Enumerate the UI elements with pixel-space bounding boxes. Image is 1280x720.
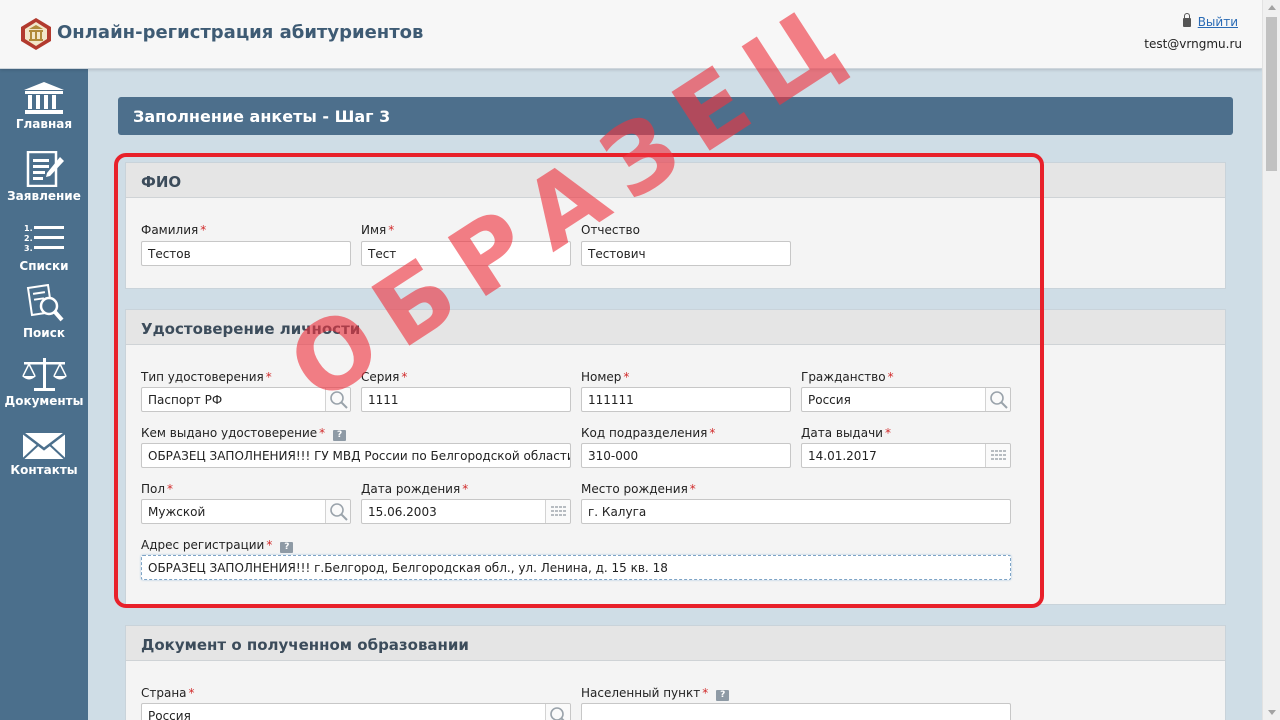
- gender-label: Пол *: [141, 482, 174, 496]
- page-title: Заполнение анкеты - Шаг 3: [133, 107, 391, 126]
- birth-place-label: Место рождения *: [581, 482, 696, 496]
- series-input[interactable]: 1111: [361, 387, 571, 412]
- fio-panel-title: ФИО: [141, 173, 182, 191]
- series-label: Серия *: [361, 370, 408, 384]
- help-icon[interactable]: ?: [280, 542, 294, 553]
- sidebar-item-contacts[interactable]: Контакты: [0, 431, 88, 501]
- last-name-label: Фамилия *: [141, 223, 207, 237]
- citizenship-value: Россия: [808, 393, 851, 407]
- sidebar-item-label: Поиск: [23, 326, 65, 340]
- scroll-thumb[interactable]: [1266, 17, 1277, 171]
- gender-input[interactable]: Мужской: [141, 499, 351, 524]
- fio-panel-header: ФИО: [126, 163, 1225, 198]
- birth-date-calendar-button[interactable]: [545, 500, 570, 523]
- patronymic-input[interactable]: Тестович: [581, 241, 791, 266]
- number-label: Номер *: [581, 370, 630, 384]
- education-panel-header: Документ о полученном образовании: [126, 626, 1225, 661]
- birth-place-input[interactable]: г. Калуга: [581, 499, 1011, 524]
- numbered-list-icon: 1. 2. 3.: [24, 224, 64, 253]
- sidebar-item-documents[interactable]: Документы: [0, 356, 88, 426]
- sidebar-item-label: Контакты: [10, 463, 78, 477]
- birth-date-value: 15.06.2003: [368, 505, 437, 519]
- sidebar-item-lists[interactable]: 1. 2. 3. Списки: [0, 221, 88, 291]
- doc-type-value: Паспорт РФ: [148, 393, 223, 407]
- sidebar-item-application[interactable]: Заявление: [0, 151, 88, 221]
- svg-text:2.: 2.: [24, 234, 33, 243]
- identity-panel-header: Удостоверение личности: [126, 310, 1225, 345]
- issue-date-calendar-button[interactable]: [985, 444, 1010, 467]
- envelope-icon: [22, 432, 66, 460]
- university-logo-icon[interactable]: [20, 17, 52, 51]
- lock-icon: [1182, 13, 1191, 27]
- sidebar-item-home[interactable]: Главная: [0, 81, 88, 151]
- patronymic-label: Отчество: [581, 223, 640, 237]
- first-name-input[interactable]: Тест: [361, 241, 571, 266]
- citizenship-search-button[interactable]: [985, 388, 1010, 411]
- doc-type-label: Тип удостоверения *: [141, 370, 272, 384]
- issue-date-value: 14.01.2017: [808, 449, 877, 463]
- sidebar-item-label: Документы: [4, 394, 84, 408]
- first-name-label: Имя *: [361, 223, 395, 237]
- citizenship-label: Гражданство *: [801, 370, 894, 384]
- gender-value: Мужской: [148, 505, 206, 519]
- issue-date-input[interactable]: 14.01.2017: [801, 443, 1011, 468]
- bank-icon: [24, 82, 64, 114]
- doc-type-search-button[interactable]: [325, 388, 350, 411]
- page-scrollbar[interactable]: [1262, 0, 1280, 720]
- last-name-input[interactable]: Тестов: [141, 241, 351, 266]
- sidebar-item-search[interactable]: Поиск: [0, 284, 88, 354]
- locality-label: Населенный пункт *?: [581, 686, 730, 701]
- country-label: Страна *: [141, 686, 195, 700]
- user-email: test@vrngmu.ru: [1144, 37, 1242, 51]
- gender-search-button[interactable]: [325, 500, 350, 523]
- number-input[interactable]: 111111: [581, 387, 791, 412]
- svg-text:3.: 3.: [24, 244, 33, 253]
- doc-type-input[interactable]: Паспорт РФ: [141, 387, 351, 412]
- dept-code-input[interactable]: 310-000: [581, 443, 791, 468]
- scales-icon: [22, 358, 67, 391]
- help-icon[interactable]: ?: [716, 690, 730, 701]
- country-input[interactable]: Россия: [141, 703, 571, 720]
- sidebar-nav: Главная Заявление 1. 2. 3. Списки Поиск …: [0, 69, 88, 720]
- birth-date-label: Дата рождения *: [361, 482, 469, 496]
- edit-document-icon: [26, 151, 64, 187]
- birth-date-input[interactable]: 15.06.2003: [361, 499, 571, 524]
- sidebar-item-label: Списки: [19, 259, 69, 273]
- calendar-icon: [551, 506, 566, 516]
- app-header: Онлайн-регистрация абитуриентов Выйти te…: [0, 0, 1262, 69]
- identity-panel-title: Удостоверение личности: [141, 320, 361, 338]
- main-content: Заполнение анкеты - Шаг 3 ФИО Фамилия * Т…: [88, 69, 1262, 720]
- search-icon: [330, 391, 348, 409]
- education-panel: Документ о полученном образовании Страна…: [125, 625, 1226, 720]
- sidebar-item-label: Главная: [15, 117, 73, 131]
- education-panel-title: Документ о полученном образовании: [141, 636, 469, 654]
- logout-link[interactable]: Выйти: [1182, 13, 1238, 29]
- search-icon: [550, 707, 565, 720]
- app-title: Онлайн-регистрация абитуриентов: [57, 22, 424, 43]
- issued-by-label: Кем выдано удостоверение *?: [141, 426, 347, 441]
- dept-code-label: Код подразделения *: [581, 426, 716, 440]
- step-header: Заполнение анкеты - Шаг 3: [118, 97, 1233, 135]
- country-value: Россия: [148, 709, 191, 720]
- document-search-icon: [26, 284, 64, 322]
- identity-panel: Удостоверение личности Тип удостоверения…: [125, 309, 1226, 605]
- address-input[interactable]: ОБРАЗЕЦ ЗАПОЛНЕНИЯ!!! г.Белгород, Белгор…: [141, 555, 1011, 580]
- scroll-down-arrow-icon[interactable]: [1268, 710, 1276, 715]
- svg-text:1.: 1.: [24, 224, 33, 233]
- sidebar-item-label: Заявление: [7, 189, 81, 203]
- search-icon: [990, 391, 1008, 409]
- calendar-icon: [991, 450, 1006, 460]
- help-icon[interactable]: ?: [333, 430, 347, 441]
- locality-input[interactable]: [581, 703, 1011, 720]
- country-search-button[interactable]: [545, 704, 570, 720]
- issued-by-input[interactable]: ОБРАЗЕЦ ЗАПОЛНЕНИЯ!!! ГУ МВД России по Б…: [141, 443, 571, 468]
- logout-label[interactable]: Выйти: [1198, 15, 1238, 29]
- fio-panel: ФИО Фамилия * Тестов Имя * Тест Отчество Т…: [125, 162, 1226, 289]
- citizenship-input[interactable]: Россия: [801, 387, 1011, 412]
- search-icon: [330, 503, 348, 521]
- issue-date-label: Дата выдачи *: [801, 426, 891, 440]
- address-label: Адрес регистрации *?: [141, 538, 294, 553]
- scroll-up-arrow-icon[interactable]: [1268, 5, 1276, 10]
